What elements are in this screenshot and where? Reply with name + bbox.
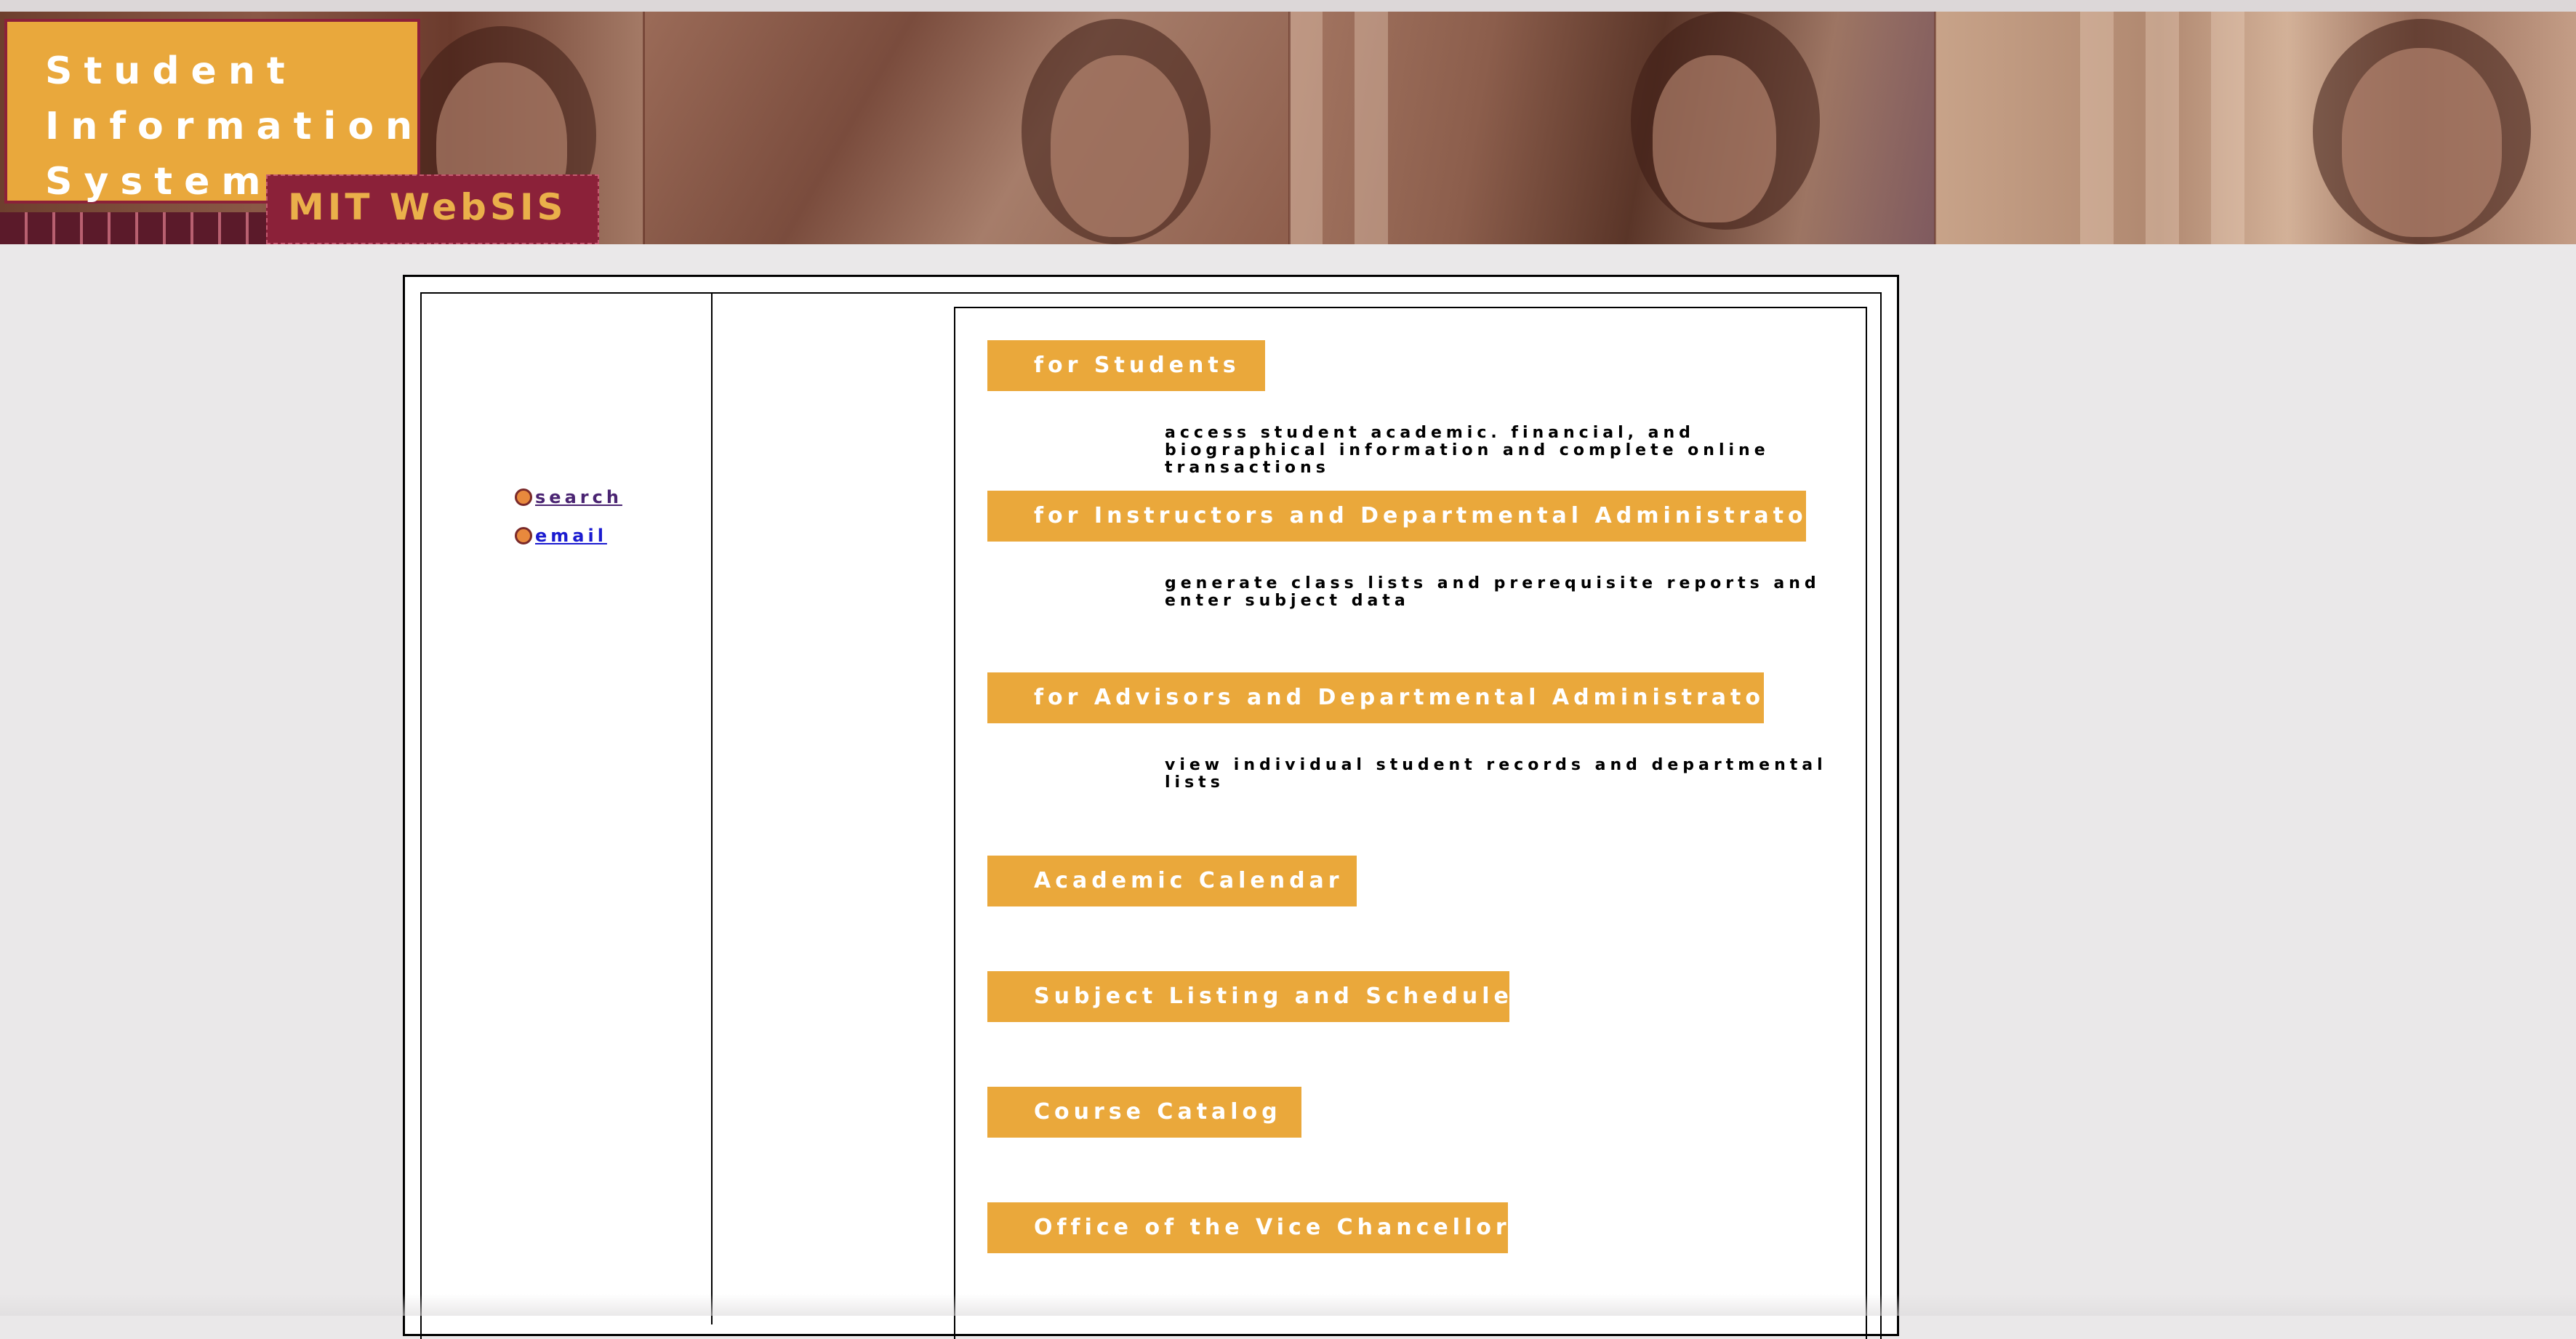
sidebar-divider (711, 292, 713, 1324)
students-button[interactable]: for Students (987, 340, 1265, 391)
course-catalog-button[interactable]: Course Catalog (987, 1087, 1301, 1138)
header-banner: Student Information System MIT WebSIS (0, 12, 2576, 244)
logo-subtitle: MIT WebSIS (288, 186, 567, 228)
students-description: access student academic. financial, and … (1165, 424, 1770, 477)
subject-listing-button[interactable]: Subject Listing and Schedule (987, 971, 1509, 1022)
instructors-description: generate class lists and prerequisite re… (1165, 574, 1821, 610)
banner-photo-4 (1935, 12, 2576, 244)
bottom-fade (0, 1294, 2576, 1316)
sidebar-item-search[interactable]: search (515, 487, 622, 507)
email-link[interactable]: email (535, 526, 607, 546)
search-link[interactable]: search (535, 487, 622, 507)
bullet-icon (515, 527, 532, 544)
logo-subtitle-block: MIT WebSIS (266, 174, 599, 244)
advisors-button[interactable]: for Advisors and Departmental Administra… (987, 672, 1793, 723)
logo-stripes (0, 212, 266, 244)
academic-calendar-button[interactable]: Academic Calendar (987, 856, 1357, 906)
bullet-icon (515, 488, 532, 506)
banner-photo-2 (643, 12, 1289, 244)
vice-chancellor-button[interactable]: Office of the Vice Chancellor (987, 1202, 1508, 1253)
instructors-button[interactable]: for Instructors and Departmental Adminis… (987, 491, 1835, 542)
banner-photo-3 (1289, 12, 1935, 244)
top-strip (0, 0, 2576, 12)
advisors-description: view individual student records and depa… (1165, 756, 1827, 792)
sidebar-item-email[interactable]: email (515, 526, 607, 546)
